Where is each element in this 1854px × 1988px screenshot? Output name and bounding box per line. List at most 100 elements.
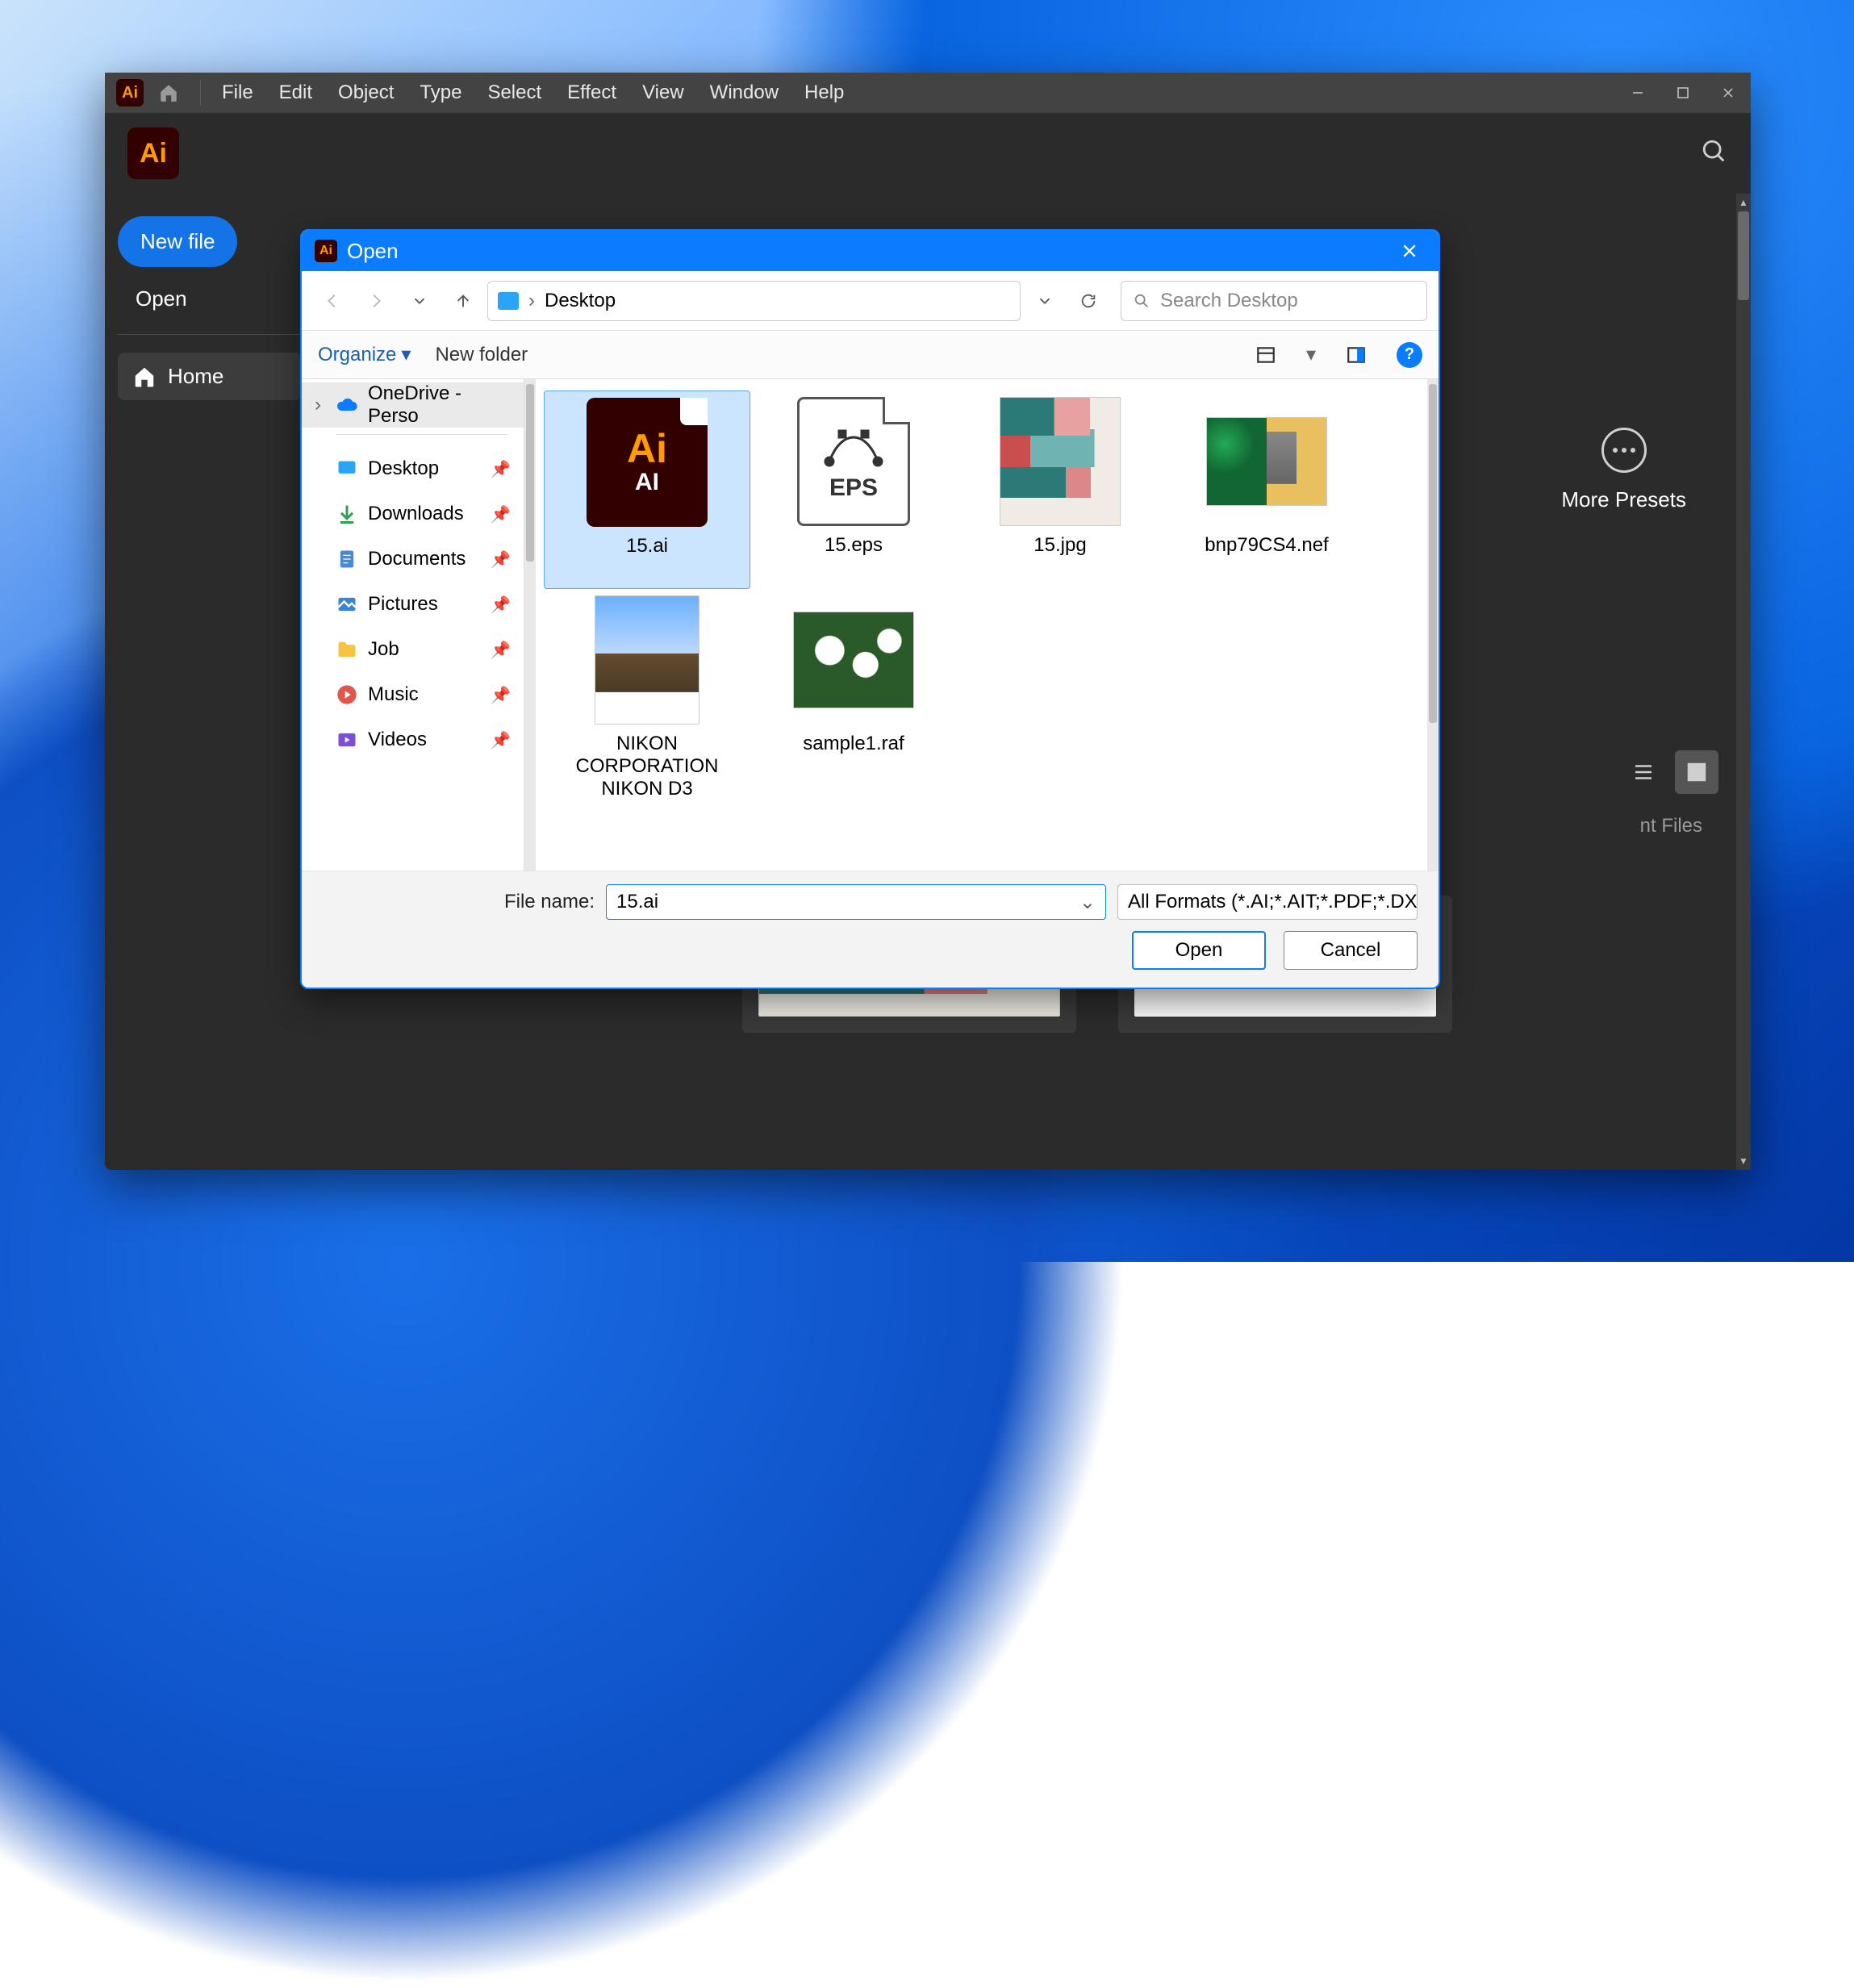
tree-onedrive[interactable]: › OneDrive - Perso [302,382,524,428]
breadcrumb-desktop[interactable]: Desktop [545,290,616,312]
image-thumbnail [1206,417,1327,506]
nav-up-button[interactable] [444,282,482,320]
tree-downloads[interactable]: Downloads📌 [302,491,524,537]
ai-file-icon: AiAI [587,398,708,527]
tree-music[interactable]: Music📌 [302,672,524,717]
chevron-down-icon[interactable]: ⌄ [1079,891,1096,914]
scrollbar-thumb[interactable] [1429,384,1437,723]
more-presets-label: More Presets [1561,487,1686,512]
folder-tree: › OneDrive - Perso Desktop📌 Downloads📌 D… [302,379,524,871]
list-view-button[interactable] [1622,750,1665,794]
tree-pictures[interactable]: Pictures📌 [302,582,524,627]
menu-help[interactable]: Help [791,73,857,113]
address-dropdown-button[interactable] [1025,282,1064,320]
tree-job[interactable]: Job📌 [302,627,524,672]
nav-back-button[interactable] [313,282,352,320]
folder-icon [336,638,358,661]
menu-select[interactable]: Select [474,73,554,113]
organize-menu[interactable]: Organize▾ [318,343,411,366]
new-folder-button[interactable]: New folder [435,344,528,366]
open-tab[interactable]: Open [118,267,302,331]
tree-documents[interactable]: Documents 📌 [302,537,524,582]
file-item[interactable]: 15.jpg [957,390,1163,589]
document-icon [336,548,358,570]
view-layout-button[interactable] [1250,339,1282,371]
menu-object[interactable]: Object [325,73,407,113]
menu-view[interactable]: View [629,73,697,113]
sidebar-home[interactable]: Home [118,353,302,400]
dialog-toolbar: Organize▾ New folder ▾ ? [302,331,1439,379]
illustrator-logo-large-icon: Ai [127,127,179,179]
illustrator-header: Ai [105,113,1751,194]
file-name-value: 15.ai [616,891,658,913]
file-item[interactable]: NIKON CORPORATION NIKON D3 [544,589,750,831]
image-thumbnail [793,612,914,708]
scroll-up-icon[interactable]: ▲ [1736,194,1751,211]
home-icon [132,365,157,389]
monitor-icon [336,457,358,480]
videos-icon [336,729,358,751]
file-item[interactable]: sample1.raf [750,589,957,787]
nav-forward-button[interactable] [357,282,395,320]
file-name: 15.eps [825,534,883,557]
new-file-button[interactable]: New file [118,216,237,267]
file-name-input[interactable]: 15.ai ⌄ [606,884,1106,920]
dialog-close-button[interactable] [1393,235,1426,267]
search-placeholder: Search Desktop [1160,290,1298,312]
ellipsis-icon [1601,428,1647,473]
search-icon[interactable] [1701,138,1728,169]
tree-label: Desktop [368,457,439,480]
maximize-button[interactable] [1660,73,1706,113]
menu-file[interactable]: File [209,73,266,113]
minimize-button[interactable] [1615,73,1660,113]
cancel-button[interactable]: Cancel [1284,931,1418,970]
more-presets[interactable]: More Presets [1561,428,1686,512]
menu-type[interactable]: Type [407,73,474,113]
grid-view-button[interactable] [1675,750,1718,794]
files-scrollbar[interactable] [1427,379,1439,871]
tree-desktop[interactable]: Desktop📌 [302,446,524,491]
file-item[interactable]: AiAI 15.ai [544,390,750,589]
file-item[interactable]: EPS 15.eps [750,390,957,589]
nav-recent-button[interactable] [400,282,439,320]
dialog-body: › OneDrive - Perso Desktop📌 Downloads📌 D… [302,379,1439,871]
address-bar[interactable]: › Desktop [487,281,1021,321]
dialog-titlebar: Ai Open [302,231,1439,271]
close-button[interactable] [1706,73,1751,113]
scrollbar-thumb[interactable] [1738,211,1749,300]
window-controls [1615,73,1751,113]
image-thumbnail [595,595,699,725]
scrollbar[interactable]: ▲ ▼ [1736,194,1751,1170]
home-icon[interactable] [155,79,182,106]
menu-effect[interactable]: Effect [554,73,629,113]
refresh-button[interactable] [1069,282,1108,320]
file-name: bnp79CS4.nef [1205,534,1328,557]
illustrator-logo-icon: Ai [116,79,144,106]
menu-window[interactable]: Window [697,73,791,113]
file-item[interactable]: bnp79CS4.nef [1163,390,1370,589]
tree-label: Documents [368,548,466,570]
tree-scrollbar[interactable] [524,379,536,871]
menu-edit[interactable]: Edit [266,73,325,113]
scrollbar-thumb[interactable] [526,384,534,562]
sidebar-home-label: Home [168,364,223,389]
file-type-filter[interactable]: All Formats (*.AI;*.AIT;*.PDF;*.DX ⌄ [1117,884,1418,920]
open-dialog: Ai Open › Desktop Search Desktop Organiz… [300,229,1440,989]
view-toggle [1622,750,1718,794]
music-icon [336,683,358,706]
file-name: 15.jpg [1033,534,1086,557]
chevron-right-icon: › [528,290,535,312]
file-grid: AiAI 15.ai EPS 15.eps 15.jpg bnp79CS4.ne… [536,379,1427,871]
search-input[interactable]: Search Desktop [1121,281,1427,321]
file-name: NIKON CORPORATION NIKON D3 [550,733,744,800]
tree-videos[interactable]: Videos📌 [302,717,524,762]
open-button[interactable]: Open [1132,931,1266,970]
preview-pane-button[interactable] [1340,339,1372,371]
scroll-down-icon[interactable]: ▼ [1736,1152,1751,1170]
help-button[interactable]: ? [1397,342,1422,368]
pin-icon: 📌 [491,549,511,570]
menu-separator [200,80,201,106]
dialog-title: Open [347,239,399,264]
chevron-down-icon[interactable]: ▾ [1306,343,1316,366]
tree-label: Music [368,683,419,706]
